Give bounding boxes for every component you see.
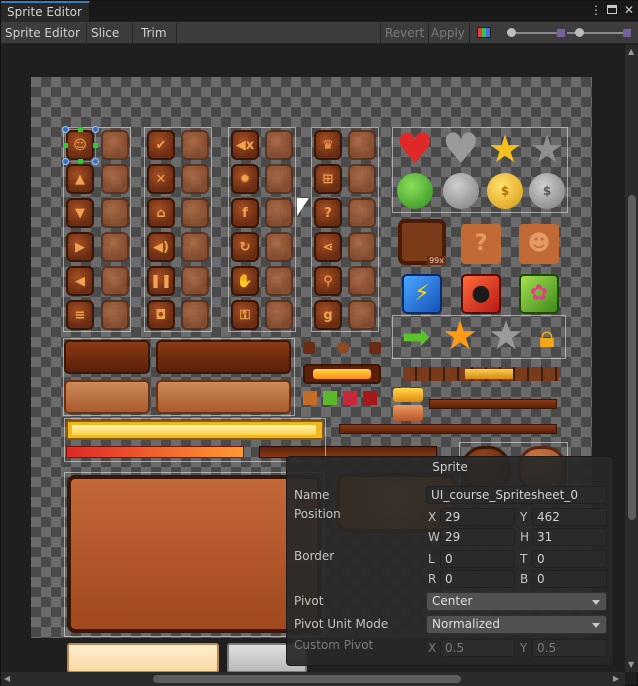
toolbar: Sprite Editor Slice Trim Revert Apply (1, 22, 638, 56)
sprite-inspector-panel: Sprite Name UI_course_Spritesheet_0 Posi… (286, 456, 614, 666)
mini-icons-sprite[interactable] (303, 391, 383, 405)
custom-pivot-label: Custom Pivot (294, 638, 374, 652)
inventory-badge: 99x (427, 256, 446, 265)
gold-button-sprite[interactable] (393, 388, 423, 402)
border-r-field[interactable]: 0 (440, 570, 515, 588)
selected-sprite-rect[interactable] (62, 126, 99, 165)
border-handle-left[interactable] (63, 143, 68, 148)
sprite-rect-group-3[interactable] (228, 127, 296, 332)
slice-menu-label: Slice (91, 26, 120, 40)
w-label: W (428, 530, 440, 544)
sprite-editor-window: Sprite Editor ⋮ ✕ Sprite Editor Slice Tr… (0, 0, 638, 686)
sprite-rect-collectibles[interactable] (392, 127, 568, 213)
pivot-handle-tr[interactable] (92, 126, 99, 133)
border-handle-bottom[interactable] (78, 159, 83, 164)
progress-fill-sprite[interactable] (303, 364, 381, 384)
sprite-editor-menu[interactable]: Sprite Editor (1, 23, 87, 56)
pivot-handle-tl[interactable] (62, 126, 69, 133)
position-label: Position (294, 507, 341, 521)
cream-panel-sprite[interactable] (67, 643, 219, 672)
sprite-rect-bottom-icons[interactable] (392, 315, 566, 359)
sprite-rect-large-panel[interactable] (64, 472, 324, 637)
name-label: Name (294, 488, 330, 502)
help-tile-sprite[interactable]: ? (461, 224, 501, 264)
revert-button[interactable]: Revert (380, 23, 430, 43)
zoom-slider-icon[interactable] (507, 28, 565, 37)
border-b-field[interactable]: 0 (532, 570, 607, 588)
thin-bar-1-sprite[interactable] (429, 399, 557, 409)
tab-sprite-editor[interactable]: Sprite Editor (1, 1, 90, 22)
slice-menu[interactable]: Slice (87, 23, 133, 56)
mip-slider-icon[interactable] (567, 28, 631, 37)
sprite-editor-menu-label: Sprite Editor (5, 26, 80, 40)
custom-pivot-x-field[interactable]: 0.5 (440, 639, 515, 657)
kebab-menu-icon[interactable]: ⋮ (589, 3, 603, 17)
pivot-dropdown[interactable]: Center (426, 592, 607, 611)
inspector-title: Sprite (432, 460, 468, 474)
pivot-handle-bl[interactable] (62, 158, 69, 165)
horizontal-scrollbar[interactable]: ◀ ▶ (1, 672, 625, 686)
x-label: X (428, 510, 437, 524)
slider-parts-sprite[interactable] (303, 342, 383, 356)
orange-button-sprite[interactable] (393, 405, 423, 421)
y-label: Y (520, 510, 528, 524)
bomb-powerup-sprite[interactable]: ● (461, 274, 501, 314)
pivot-unit-mode-dropdown[interactable]: Normalized (426, 615, 607, 634)
scroll-down-icon[interactable]: ▼ (628, 660, 634, 669)
scroll-left-icon[interactable]: ◀ (4, 674, 10, 683)
custom-pivot-y-label: Y (520, 641, 528, 655)
custom-pivot-x-label: X (428, 641, 437, 655)
sprite-rect-group-2[interactable] (144, 127, 212, 332)
close-icon[interactable]: ✕ (622, 3, 636, 17)
border-label: Border (294, 549, 335, 563)
chevron-down-icon (592, 623, 600, 628)
chevron-down-icon (592, 600, 600, 605)
b-label: B (520, 572, 529, 586)
sprite-rect-progress[interactable] (64, 418, 326, 462)
apply-button[interactable]: Apply (427, 23, 470, 43)
border-t-field[interactable]: 0 (532, 550, 607, 568)
scroll-up-icon[interactable]: ▲ (628, 47, 634, 56)
custom-pivot-y-field[interactable]: 0.5 (532, 639, 607, 657)
thin-bar-2-sprite[interactable] (339, 424, 557, 434)
sprite-rect-group-4[interactable] (311, 127, 379, 332)
position-y-field[interactable]: 462 (532, 508, 607, 526)
title-bar: Sprite Editor ⋮ ✕ (1, 1, 638, 22)
gift-powerup-sprite[interactable]: ✿ (519, 274, 559, 314)
vertical-scrollbar[interactable]: ▲ ▼ (625, 45, 638, 672)
inventory-slot-sprite[interactable]: 99x (398, 219, 446, 265)
scroll-right-icon[interactable]: ▶ (613, 674, 619, 683)
pivot-unit-mode-value: Normalized (432, 617, 501, 631)
pivot-label: Pivot (294, 594, 324, 608)
rgb-channel-icon[interactable] (477, 27, 491, 38)
position-w-field[interactable]: 29 (440, 528, 515, 546)
position-x-field[interactable]: 29 (440, 508, 515, 526)
horizontal-scroll-thumb[interactable] (153, 675, 461, 683)
name-field[interactable]: UI_course_Spritesheet_0 (426, 486, 607, 504)
border-handle-top[interactable] (78, 127, 83, 132)
sprite-rect-bars[interactable] (63, 338, 295, 416)
border-handle-right[interactable] (93, 143, 98, 148)
border-l-field[interactable]: 0 (440, 550, 515, 568)
t-label: T (520, 552, 528, 566)
trim-button[interactable]: Trim (137, 23, 177, 43)
h-label: H (520, 530, 530, 544)
user-tile-sprite[interactable]: ☻ (519, 224, 559, 264)
pivot-handle-br[interactable] (92, 158, 99, 165)
lightning-powerup-sprite[interactable]: ⚡ (402, 274, 442, 314)
pivot-unit-mode-label: Pivot Unit Mode (294, 617, 389, 631)
maximize-icon[interactable] (605, 3, 619, 17)
r-label: R (428, 572, 437, 586)
small-controls-strip-sprite[interactable] (403, 367, 559, 381)
position-h-field[interactable]: 31 (532, 528, 607, 546)
pivot-dropdown-value: Center (432, 594, 473, 608)
l-label: L (428, 552, 435, 566)
mouse-cursor-icon (297, 198, 309, 216)
vertical-scroll-thumb[interactable] (628, 195, 636, 520)
